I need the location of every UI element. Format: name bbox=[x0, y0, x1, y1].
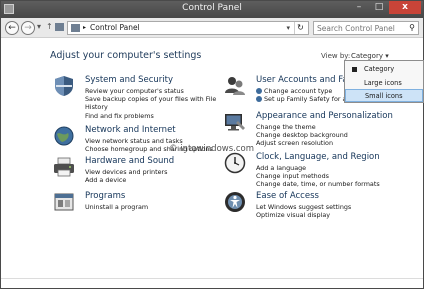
page-title: Adjust your computer's settings bbox=[50, 50, 202, 61]
recent-locations-icon[interactable]: ▾ bbox=[37, 22, 41, 31]
close-button[interactable]: x bbox=[389, 1, 421, 14]
category-link[interactable]: View devices and printers bbox=[85, 168, 168, 176]
users-icon[interactable] bbox=[224, 75, 246, 97]
category-title[interactable]: Appearance and Personalization bbox=[256, 111, 393, 121]
category-link[interactable]: Change input methods bbox=[256, 172, 329, 180]
category-link[interactable]: Adjust screen resolution bbox=[256, 139, 333, 147]
control-panel-window: Control Panel – □ x ← → ▾ ↑ ▸ Control Pa… bbox=[0, 0, 424, 289]
category-title[interactable]: Network and Internet bbox=[85, 125, 176, 135]
category-title[interactable]: Ease of Access bbox=[256, 191, 319, 201]
address-dropdown-icon[interactable]: ▾ bbox=[286, 22, 290, 34]
programs-icon[interactable] bbox=[53, 191, 75, 213]
minimize-button[interactable]: – bbox=[349, 1, 369, 14]
category-link[interactable]: Optimize visual display bbox=[256, 211, 330, 219]
category-link[interactable]: Uninstall a program bbox=[85, 203, 148, 211]
category-link[interactable]: Let Windows suggest settings bbox=[256, 203, 351, 211]
ease-icon[interactable] bbox=[224, 191, 246, 213]
category-link[interactable]: Find and fix problems bbox=[85, 112, 154, 120]
watermark: © intowindows.com bbox=[169, 144, 255, 154]
breadcrumb[interactable]: Control Panel bbox=[90, 22, 140, 34]
search-icon[interactable]: ⚲ bbox=[409, 22, 415, 34]
category-title[interactable]: Hardware and Sound bbox=[85, 156, 174, 166]
menu-item-small-icons[interactable]: Small icons bbox=[345, 89, 423, 102]
category-link[interactable]: Add a language bbox=[256, 164, 306, 172]
address-bar[interactable]: ▸ Control Panel ▾ ↻ bbox=[67, 21, 309, 35]
refresh-icon[interactable]: ↻ bbox=[294, 22, 306, 34]
clock-icon[interactable] bbox=[224, 152, 246, 174]
category-link[interactable]: Change date, time, or number formats bbox=[256, 180, 380, 188]
globe-icon[interactable] bbox=[53, 125, 75, 147]
status-divider bbox=[1, 278, 423, 279]
maximize-button[interactable]: □ bbox=[369, 1, 389, 14]
monitor-icon[interactable] bbox=[224, 111, 246, 133]
category-link[interactable]: Change the theme bbox=[256, 123, 316, 131]
control-panel-crumb-icon bbox=[71, 24, 80, 32]
menu-item-label: Large icons bbox=[364, 79, 402, 87]
search-input[interactable] bbox=[314, 22, 402, 34]
category-title[interactable]: Clock, Language, and Region bbox=[256, 152, 380, 162]
forward-button[interactable]: → bbox=[21, 21, 35, 35]
title-bar: Control Panel – □ x bbox=[1, 1, 423, 18]
category-link[interactable]: Change desktop background bbox=[256, 131, 348, 139]
crumb-arrow-icon[interactable]: ▸ bbox=[83, 22, 86, 34]
folder-icon bbox=[55, 23, 64, 31]
uac-shield-icon bbox=[256, 96, 262, 102]
menu-item-category[interactable]: Category bbox=[345, 63, 423, 76]
category-link[interactable]: History bbox=[85, 103, 108, 111]
category-link[interactable]: Review your computer's status bbox=[85, 87, 184, 95]
selected-bullet-icon bbox=[352, 67, 357, 72]
up-arrow-icon[interactable]: ↑ bbox=[46, 22, 53, 31]
search-box[interactable]: ⚲ bbox=[313, 21, 419, 35]
category-link[interactable]: Change account type bbox=[264, 87, 332, 95]
category-link[interactable]: Add a device bbox=[85, 176, 126, 184]
view-by-label: View by: bbox=[321, 52, 351, 60]
navigation-bar: ← → ▾ ↑ ▸ Control Panel ▾ ↻ ⚲ bbox=[1, 18, 423, 38]
uac-shield-icon bbox=[256, 88, 262, 94]
category-link[interactable]: Save backup copies of your files with Fi… bbox=[85, 95, 216, 103]
category-title[interactable]: System and Security bbox=[85, 75, 173, 85]
view-by-dropdown[interactable]: Category ▾ bbox=[351, 52, 389, 60]
category-title[interactable]: Programs bbox=[85, 191, 125, 201]
shield-icon[interactable] bbox=[53, 75, 75, 97]
menu-item-label: Category bbox=[364, 65, 395, 73]
printer-icon[interactable] bbox=[53, 156, 75, 178]
menu-item-label: Small icons bbox=[365, 92, 403, 100]
back-button[interactable]: ← bbox=[5, 21, 19, 35]
view-by-menu: Category Large icons Small icons bbox=[344, 60, 424, 103]
